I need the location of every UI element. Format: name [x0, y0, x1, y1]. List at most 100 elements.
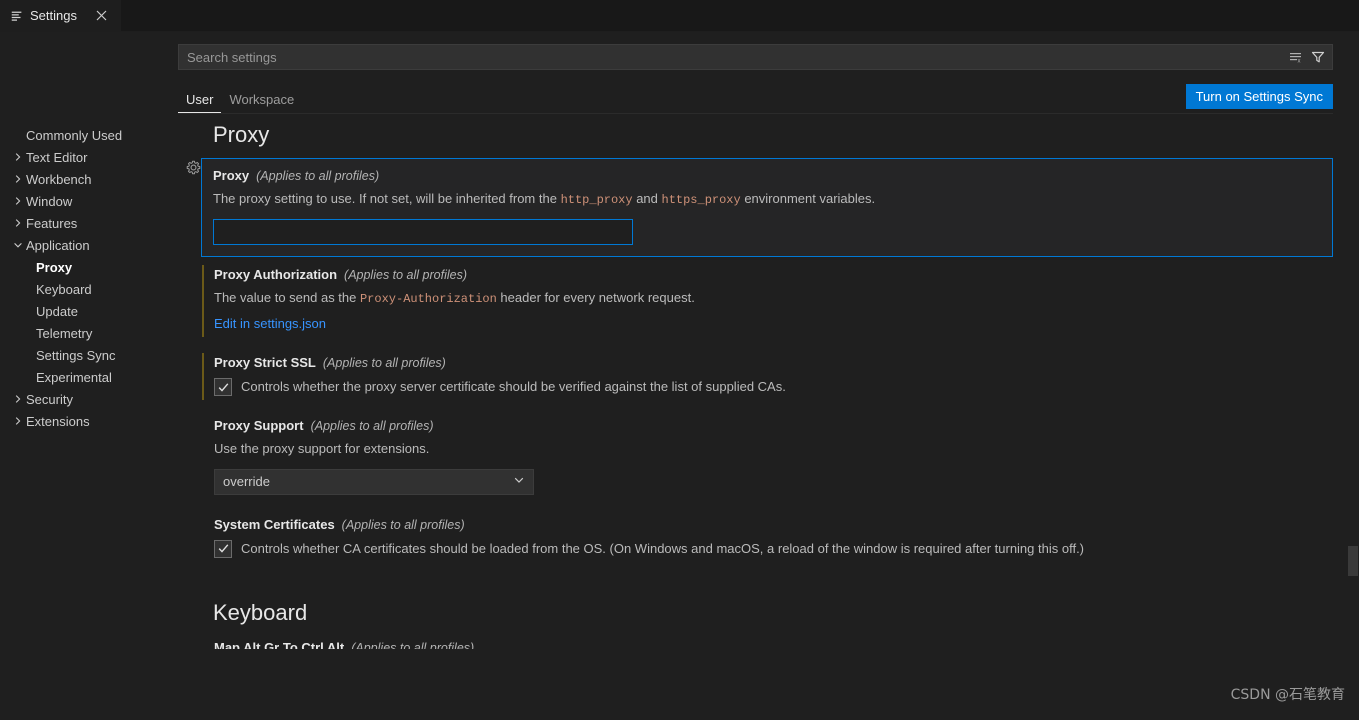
setting-title: Proxy Strict SSL (Applies to all profile…: [214, 355, 1321, 370]
profile-note: (Applies to all profiles): [322, 356, 446, 371]
sidebar-item-label: Update: [36, 303, 78, 319]
profile-note: (Applies to all profiles): [344, 268, 467, 283]
editor-tab-bar: Settings: [0, 0, 1359, 32]
system-certificates-checkbox[interactable]: [214, 539, 232, 558]
settings-editor: x User Workspace Turn on Settings Sync: [0, 32, 1359, 720]
profile-note: (Applies to all profiles): [341, 517, 465, 532]
filter-funnel-icon[interactable]: [1308, 47, 1328, 67]
setting-gear-icon[interactable]: [186, 160, 201, 180]
desc-part: The value to send as the: [214, 290, 360, 306]
turn-on-settings-sync-button[interactable]: Turn on Settings Sync: [1185, 84, 1333, 109]
sidebar-item-label: Application: [26, 237, 90, 253]
sidebar-item-text-editor[interactable]: Text Editor: [0, 146, 178, 168]
desc-part: environment variables.: [740, 191, 876, 206]
sidebar-item-label: Settings Sync: [36, 347, 116, 363]
sidebar-item-label: Telemetry: [36, 325, 93, 341]
checkbox-label: Controls whether the proxy server certif…: [241, 379, 786, 395]
section-title-keyboard: Keyboard: [213, 599, 308, 625]
profile-note: (Applies to all profiles): [256, 169, 380, 183]
setting-row-proxy-strict-ssl[interactable]: Proxy Strict SSL (Applies to all profile…: [202, 345, 1333, 408]
watermark: CSDN @石笔教育: [1230, 687, 1345, 703]
setting-row-proxy-support[interactable]: Proxy Support (Applies to all profiles) …: [202, 408, 1333, 507]
scrollbar-thumb[interactable]: [1348, 546, 1358, 576]
chevron-down-icon: [10, 240, 26, 250]
chevron-right-icon: [10, 174, 26, 184]
tab-label: Settings: [30, 8, 77, 23]
search-settings-box[interactable]: x: [178, 44, 1333, 70]
edit-in-settings-json-link[interactable]: Edit in settings.json: [214, 316, 326, 331]
settings-header: x User Workspace Turn on Settings Sync: [0, 32, 1359, 113]
checkbox-row: Controls whether CA certificates should …: [214, 539, 1321, 558]
checkbox-label: Controls whether CA certificates should …: [241, 540, 1085, 556]
svg-text:x: x: [1298, 59, 1301, 65]
setting-title: Proxy Support (Applies to all profiles): [214, 418, 1321, 433]
code-http-proxy: http_proxy: [560, 193, 633, 207]
chevron-right-icon: [10, 196, 26, 206]
sidebar-item-window[interactable]: Window: [0, 190, 178, 212]
search-input[interactable]: [187, 49, 1286, 65]
sidebar-item-settings-sync[interactable]: Settings Sync: [0, 344, 178, 366]
proxy-value-input[interactable]: [213, 219, 633, 246]
tab-bar-empty-area: [121, 0, 1359, 31]
search-actions: x: [1286, 47, 1328, 67]
setting-label: Proxy: [213, 168, 250, 183]
tab-settings[interactable]: Settings: [0, 0, 122, 31]
setting-label: Proxy Authorization: [214, 267, 338, 283]
code-https-proxy: https_proxy: [661, 193, 741, 207]
chevron-right-icon: [10, 416, 26, 426]
proxy-support-dropdown[interactable]: override: [214, 468, 534, 495]
search-row: x: [178, 44, 1333, 70]
setting-row-map-alt-gr[interactable]: Map Alt Gr To Ctrl Alt (Applies to all p…: [214, 640, 1333, 649]
desc-part: The proxy setting to use. If not set, wi…: [213, 191, 561, 206]
settings-list: Proxy Proxy (Applies to all profiles) Th…: [178, 114, 1359, 692]
clear-search-results-icon[interactable]: x: [1286, 47, 1306, 67]
checkbox-row: Controls whether the proxy server certif…: [214, 378, 1321, 397]
sidebar-item-label: Keyboard: [36, 281, 92, 297]
sidebar-item-features[interactable]: Features: [0, 212, 178, 234]
sidebar-item-telemetry[interactable]: Telemetry: [0, 322, 178, 344]
sidebar-item-workbench[interactable]: Workbench: [0, 168, 178, 190]
desc-part: header for every network request.: [496, 290, 695, 306]
sidebar-item-commonly-used[interactable]: Commonly Used: [0, 124, 178, 146]
sidebar-item-label: Experimental: [36, 369, 112, 385]
setting-label: System Certificates: [214, 516, 335, 532]
setting-description: The value to send as the Proxy-Authoriza…: [214, 289, 1321, 307]
code-proxy-authorization: Proxy-Authorization: [359, 292, 497, 307]
setting-label: Map Alt Gr To Ctrl Alt: [214, 639, 345, 649]
tab-workspace[interactable]: Workspace: [221, 92, 302, 113]
close-icon[interactable]: [93, 7, 111, 25]
setting-label: Proxy Support: [214, 418, 304, 434]
sidebar-item-label: Commonly Used: [26, 127, 123, 143]
scope-tabs: User Workspace Turn on Settings Sync: [178, 83, 1333, 113]
sidebar-item-update[interactable]: Update: [0, 300, 178, 322]
setting-description: The proxy setting to use. If not set, wi…: [213, 190, 1321, 208]
modified-marker: [202, 265, 204, 338]
setting-row-proxy[interactable]: Proxy (Applies to all profiles) The prox…: [201, 158, 1333, 258]
sidebar-item-security[interactable]: Security: [0, 388, 178, 410]
sidebar-item-proxy[interactable]: Proxy: [0, 256, 178, 278]
sidebar-item-experimental[interactable]: Experimental: [0, 366, 178, 388]
setting-label: Proxy Strict SSL: [214, 355, 316, 371]
sidebar-item-keyboard[interactable]: Keyboard: [0, 278, 178, 300]
setting-row-proxy-authorization[interactable]: Proxy Authorization (Applies to all prof…: [202, 257, 1333, 345]
dropdown-selected-value: override: [223, 474, 270, 490]
sidebar-item-extensions[interactable]: Extensions: [0, 410, 178, 432]
sidebar-item-label: Security: [26, 391, 73, 407]
profile-note: (Applies to all profiles): [310, 419, 434, 434]
settings-columns: Commonly Used Text Editor Workbench Wind…: [0, 114, 1359, 692]
chevron-down-icon: [513, 474, 525, 489]
setting-title: System Certificates (Applies to all prof…: [214, 517, 1321, 532]
chevron-right-icon: [10, 152, 26, 162]
tab-user[interactable]: User: [178, 92, 222, 113]
settings-toc: Commonly Used Text Editor Workbench Wind…: [0, 114, 178, 692]
setting-row-system-certificates[interactable]: System Certificates (Applies to all prof…: [202, 507, 1333, 570]
chevron-right-icon: [10, 218, 26, 228]
sidebar-item-label: Window: [26, 193, 73, 209]
sidebar-item-application[interactable]: Application: [0, 234, 178, 256]
setting-title: Proxy Authorization (Applies to all prof…: [214, 267, 1321, 282]
settings-scrollbar[interactable]: [1345, 114, 1359, 692]
desc-part: and: [632, 191, 662, 206]
sidebar-item-label: Extensions: [26, 413, 90, 429]
proxy-strict-ssl-checkbox[interactable]: [214, 378, 232, 397]
modified-marker: [202, 353, 204, 401]
